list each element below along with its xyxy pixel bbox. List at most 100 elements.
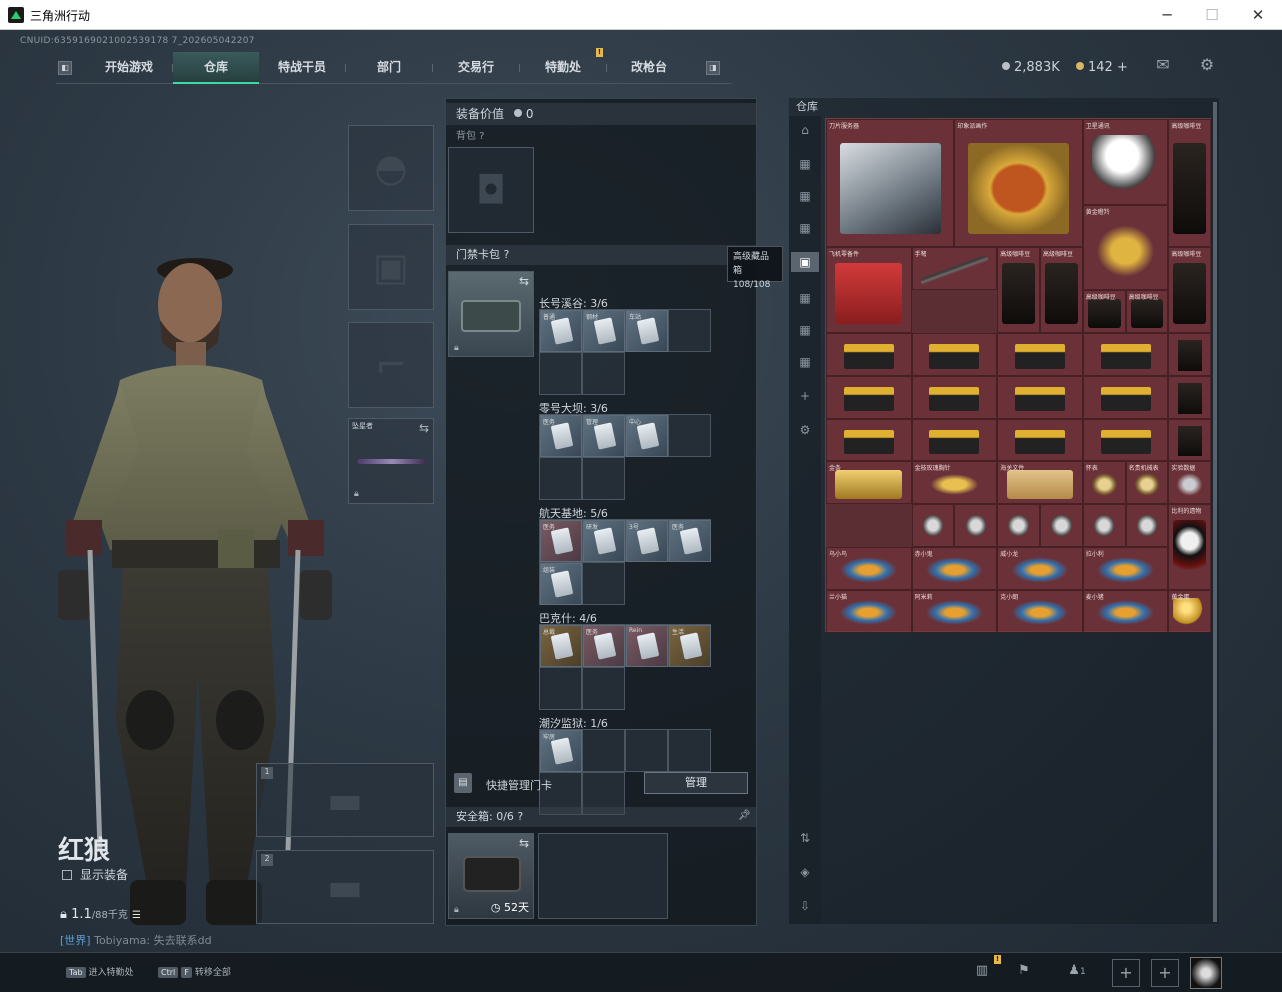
keycard-item[interactable]: 生活 (669, 625, 711, 667)
primary-weapon-slot-2[interactable]: 2 ▬ (256, 850, 434, 924)
flag-icon[interactable]: ⚑ (1014, 963, 1034, 979)
sort-icon[interactable]: ⇅ (795, 828, 815, 848)
stash-item-case[interactable] (1082, 418, 1169, 462)
keycard-item[interactable]: 医务 (669, 520, 711, 562)
safebox-grid[interactable] (538, 833, 668, 919)
player-avatar[interactable] (1190, 957, 1222, 989)
stash-item[interactable]: 兰小猫 (826, 589, 912, 633)
keycard-slot[interactable] (582, 667, 625, 710)
keycard-item[interactable]: 医务 (540, 415, 582, 457)
keycard-item[interactable]: 管理 (583, 415, 625, 457)
stash-item[interactable]: 怀表 (1082, 461, 1126, 505)
tab-special-ops[interactable]: 特勤处 (520, 52, 606, 84)
pistol-slot[interactable]: ⌐ (348, 322, 434, 408)
stash-item-misc[interactable] (1125, 504, 1169, 547)
safebox-slot[interactable]: ⇆ 🔒︎ ◷ 52天 (448, 833, 534, 919)
keycard-slot[interactable] (539, 457, 582, 500)
stash-settings-icon[interactable]: ⚙ (795, 420, 815, 440)
tab-warehouse[interactable]: 仓库 (173, 52, 259, 84)
keycard-case-slot[interactable]: ⇆ 🔒︎ (448, 271, 534, 357)
stash-item-case[interactable] (826, 333, 912, 376)
primary-weapon-slot-1[interactable]: 1 ▬ (256, 763, 434, 837)
tab-trade[interactable]: 交易行 (433, 52, 519, 84)
keycard-item[interactable]: 车站 (626, 310, 668, 352)
stash-item[interactable]: 比利的遗物 (1168, 504, 1212, 590)
manage-button[interactable]: 管理 (644, 772, 748, 794)
stash-tab-3-icon[interactable]: ▦ (795, 186, 815, 206)
swap-icon[interactable]: ⇆ (419, 421, 429, 435)
stash-tab-2-icon[interactable]: ▦ (795, 154, 815, 174)
stash-item-coffee[interactable] (1168, 333, 1212, 376)
nav-next-icon[interactable]: ◨ (706, 61, 720, 75)
swap-icon[interactable]: ⇆ (519, 274, 529, 288)
nav-prev-icon[interactable]: ◧ (58, 61, 72, 75)
keycard-slot[interactable] (539, 667, 582, 710)
keycard-item[interactable]: 总裁 (540, 625, 582, 667)
invite-slot-1-icon[interactable]: + (1112, 959, 1140, 987)
stash-item[interactable]: 克小朗 (997, 589, 1083, 633)
keycard-slot[interactable] (582, 352, 625, 395)
stash-item[interactable]: 黄金蛋 (1168, 589, 1212, 633)
stash-tab-8-icon[interactable]: ▦ (795, 352, 815, 372)
stash-item-case[interactable] (997, 375, 1083, 419)
stash-item-case[interactable] (1082, 375, 1169, 419)
stash-tab-4-icon[interactable]: ▦ (795, 218, 815, 238)
tab-operators[interactable]: 特战干员 (259, 52, 345, 84)
add-tab-icon[interactable]: + (795, 386, 815, 406)
keycard-item[interactable]: Rein (626, 625, 668, 667)
stash-item[interactable]: 实验数据 (1168, 461, 1212, 505)
stash-tab-7-icon[interactable]: ▦ (795, 320, 815, 340)
stash-tab-6-icon[interactable]: ▦ (795, 288, 815, 308)
maximize-button[interactable]: ☐ (1197, 4, 1227, 26)
stash-scrollbar[interactable] (1213, 102, 1217, 922)
stash-item-coffee[interactable] (1168, 418, 1212, 462)
stash-item-misc[interactable] (1082, 504, 1126, 547)
stash-item[interactable]: 阿米莉 (911, 589, 998, 633)
friends-icon[interactable]: ♟1 (1060, 963, 1094, 979)
stash-grid[interactable]: 刀片服务器 印象派画作 卫星通讯 高级咖啡豆 黄金瞪羚 高级咖啡豆 飞机零备件 手弩 高级咖啡豆… (825, 118, 1212, 633)
tab-gunsmith[interactable]: 改枪台 (606, 52, 692, 84)
stash-item[interactable]: 高级咖啡豆 (1040, 247, 1083, 333)
backpack-slot[interactable]: ◘ (448, 147, 534, 233)
pin-icon[interactable]: 📌︎ (738, 810, 751, 821)
stash-item[interactable]: 高级咖啡豆 (1082, 290, 1126, 333)
minimize-button[interactable]: ─ (1152, 4, 1182, 26)
stash-item-case[interactable] (911, 375, 998, 419)
invite-slot-2-icon[interactable]: + (1151, 959, 1179, 987)
swap-icon[interactable]: ⇆ (519, 836, 529, 850)
keycard-item[interactable]: 3号 (626, 520, 668, 562)
stash-item-case[interactable] (911, 418, 998, 462)
keycard-item[interactable]: 研发 (583, 520, 625, 562)
tab-start-game[interactable]: 开始游戏 (86, 52, 172, 84)
stash-item[interactable]: 拉小利 (1082, 547, 1169, 590)
tidy-icon[interactable]: ⇩ (795, 896, 815, 916)
keycard-item[interactable]: 牢房 (540, 730, 582, 772)
armor-slot[interactable]: ▣ (348, 224, 434, 310)
stash-item-case[interactable] (826, 418, 912, 462)
keycard-item[interactable]: 医务 (540, 520, 582, 562)
stash-item[interactable]: 高级咖啡豆 (1125, 290, 1169, 333)
keycard-item[interactable]: 钢材 (583, 310, 625, 352)
stash-item[interactable]: 海关文件 (997, 461, 1083, 505)
keycard-slot[interactable] (582, 457, 625, 500)
stash-item-misc[interactable] (1040, 504, 1083, 547)
stash-item-case[interactable] (997, 333, 1083, 376)
melee-slot[interactable]: 坠星者 ⇆ 🔒︎ (348, 418, 434, 504)
stash-item[interactable]: 手弩 (911, 247, 998, 291)
settings-gear-icon[interactable]: ⚙ (1197, 57, 1217, 73)
stash-item[interactable]: 乌小鸟 (826, 547, 912, 590)
keycard-slot[interactable] (668, 729, 711, 772)
close-button[interactable]: ✕ (1243, 4, 1273, 26)
stash-item[interactable]: 黄金瞪羚 (1082, 204, 1169, 291)
stash-item-case[interactable] (1082, 333, 1169, 376)
stash-item-misc[interactable] (997, 504, 1040, 547)
list-icon[interactable]: ☰ (132, 910, 141, 921)
layers-icon[interactable]: ◈ (795, 862, 815, 882)
stash-item[interactable]: 威小龙 (997, 547, 1083, 590)
chat-line[interactable]: [世界] Tobiyama: 失去联系dd (60, 932, 212, 948)
stash-item[interactable]: 刀片服务器 (826, 119, 955, 248)
stash-item[interactable]: 卫星通讯 (1082, 119, 1169, 205)
keycard-slot[interactable] (582, 729, 625, 772)
stash-item-coffee[interactable] (1168, 375, 1212, 419)
stash-item-misc[interactable] (911, 504, 955, 547)
